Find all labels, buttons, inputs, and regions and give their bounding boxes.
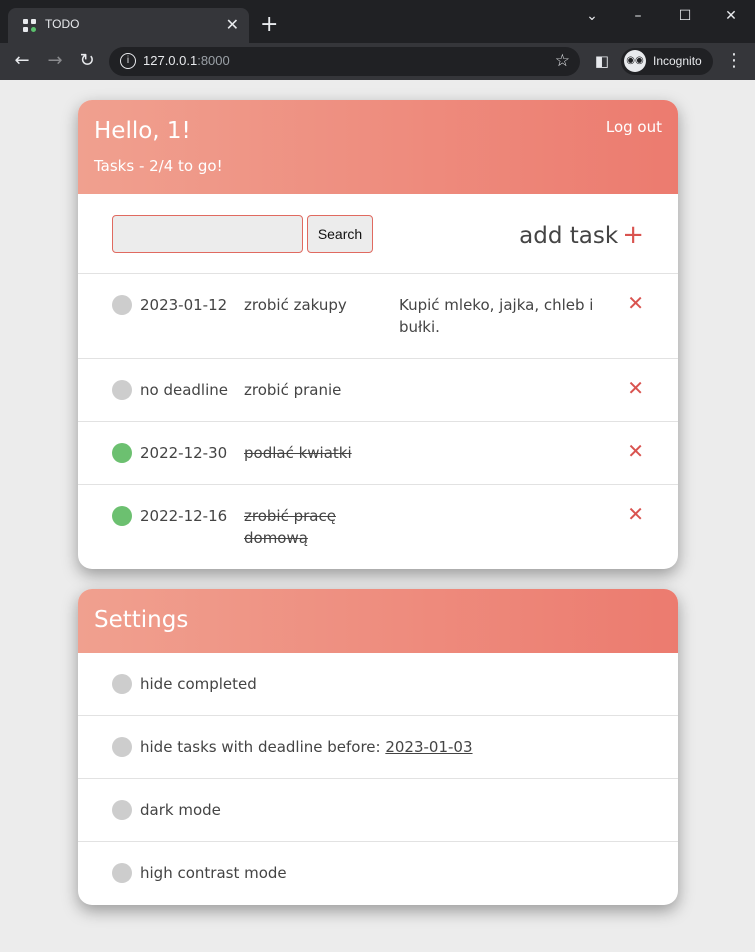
setting-label: hide tasks with deadline before: 2023-01… [140, 738, 473, 756]
site-info-icon[interactable]: i [120, 53, 136, 69]
task-status-toggle[interactable] [112, 506, 132, 526]
settings-header: Settings [78, 589, 678, 653]
incognito-badge[interactable]: ◉◉ Incognito [621, 48, 713, 75]
incognito-label: Incognito [653, 54, 702, 68]
settings-title: Settings [94, 607, 189, 633]
tab-search-icon[interactable]: ⌄ [582, 6, 602, 26]
side-panel-icon[interactable]: ◧ [592, 51, 612, 71]
delete-task-icon[interactable]: ✕ [627, 441, 644, 461]
browser-tab[interactable]: TODO ✕ [8, 8, 249, 43]
setting-row: high contrast mode [78, 842, 678, 905]
setting-label: dark mode [140, 801, 221, 819]
search-row: Search add task + [78, 194, 678, 274]
task-status-toggle[interactable] [112, 443, 132, 463]
search-button[interactable]: Search [307, 215, 373, 253]
maximize-icon[interactable]: ☐ [675, 6, 695, 26]
setting-toggle[interactable] [112, 800, 132, 820]
task-date: 2022-12-16 [140, 507, 228, 525]
logout-link[interactable]: Log out [606, 118, 662, 136]
greeting: Hello, 1! [94, 118, 191, 144]
task-description: Kupić mleko, jajka, chleb i bułki. [399, 296, 594, 336]
back-icon[interactable]: ← [12, 51, 32, 71]
browser-toolbar: ← → ↻ i 127.0.0.1:8000 ☆ ◧ ◉◉ Incognito … [0, 43, 755, 80]
bookmark-star-icon[interactable]: ☆ [555, 51, 570, 71]
tasks-card: Hello, 1! Tasks - 2/4 to go! Log out Sea… [78, 100, 678, 569]
task-date: 2022-12-30 [140, 444, 228, 462]
address-bar[interactable]: i 127.0.0.1:8000 ☆ [109, 47, 580, 76]
task-title: podlać kwiatki [244, 444, 352, 462]
reload-icon[interactable]: ↻ [77, 51, 97, 71]
add-task-button[interactable]: add task + [519, 220, 644, 250]
tab-title: TODO [45, 17, 80, 31]
incognito-icon: ◉◉ [624, 50, 646, 72]
task-title: zrobić pracę domową [244, 507, 336, 547]
setting-row: hide completed [78, 653, 678, 716]
setting-label: high contrast mode [140, 864, 287, 882]
menu-icon[interactable]: ⋮ [724, 51, 744, 71]
delete-task-icon[interactable]: ✕ [627, 504, 644, 524]
settings-card: Settings hide completed hide tasks with … [78, 589, 678, 905]
todo-favicon-icon [22, 18, 38, 34]
task-title: zrobić pranie [244, 381, 342, 399]
setting-label: hide completed [140, 675, 257, 693]
plus-icon: + [622, 220, 644, 250]
task-row: 2023-01-12 zrobić zakupy Kupić mleko, ja… [78, 274, 678, 359]
tasks-status: Tasks - 2/4 to go! [94, 157, 223, 175]
url-text: 127.0.0.1:8000 [143, 53, 230, 68]
setting-toggle[interactable] [112, 737, 132, 757]
delete-task-icon[interactable]: ✕ [627, 293, 644, 313]
task-status-toggle[interactable] [112, 380, 132, 400]
task-title: zrobić zakupy [244, 296, 347, 314]
setting-row: dark mode [78, 779, 678, 842]
tasks-header: Hello, 1! Tasks - 2/4 to go! Log out [78, 100, 678, 194]
window-close-icon[interactable]: ✕ [721, 6, 741, 26]
minimize-icon[interactable]: – [628, 6, 648, 26]
setting-toggle[interactable] [112, 674, 132, 694]
search-input[interactable] [112, 215, 303, 253]
task-date: no deadline [140, 381, 228, 399]
tab-close-icon[interactable]: ✕ [226, 15, 239, 35]
task-date: 2023-01-12 [140, 296, 228, 314]
add-task-label: add task [519, 223, 619, 249]
setting-toggle[interactable] [112, 863, 132, 883]
task-status-toggle[interactable] [112, 295, 132, 315]
task-row: 2022-12-16 zrobić pracę domową ✕ [78, 485, 678, 569]
forward-icon[interactable]: → [45, 51, 65, 71]
new-tab-icon[interactable]: + [260, 14, 278, 36]
task-row: 2022-12-30 podlać kwiatki ✕ [78, 422, 678, 485]
browser-tab-bar: TODO ✕ + ⌄ – ☐ ✕ [0, 0, 755, 43]
task-row: no deadline zrobić pranie ✕ [78, 359, 678, 422]
setting-row: hide tasks with deadline before: 2023-01… [78, 716, 678, 779]
delete-task-icon[interactable]: ✕ [627, 378, 644, 398]
deadline-date-link[interactable]: 2023-01-03 [385, 738, 472, 756]
